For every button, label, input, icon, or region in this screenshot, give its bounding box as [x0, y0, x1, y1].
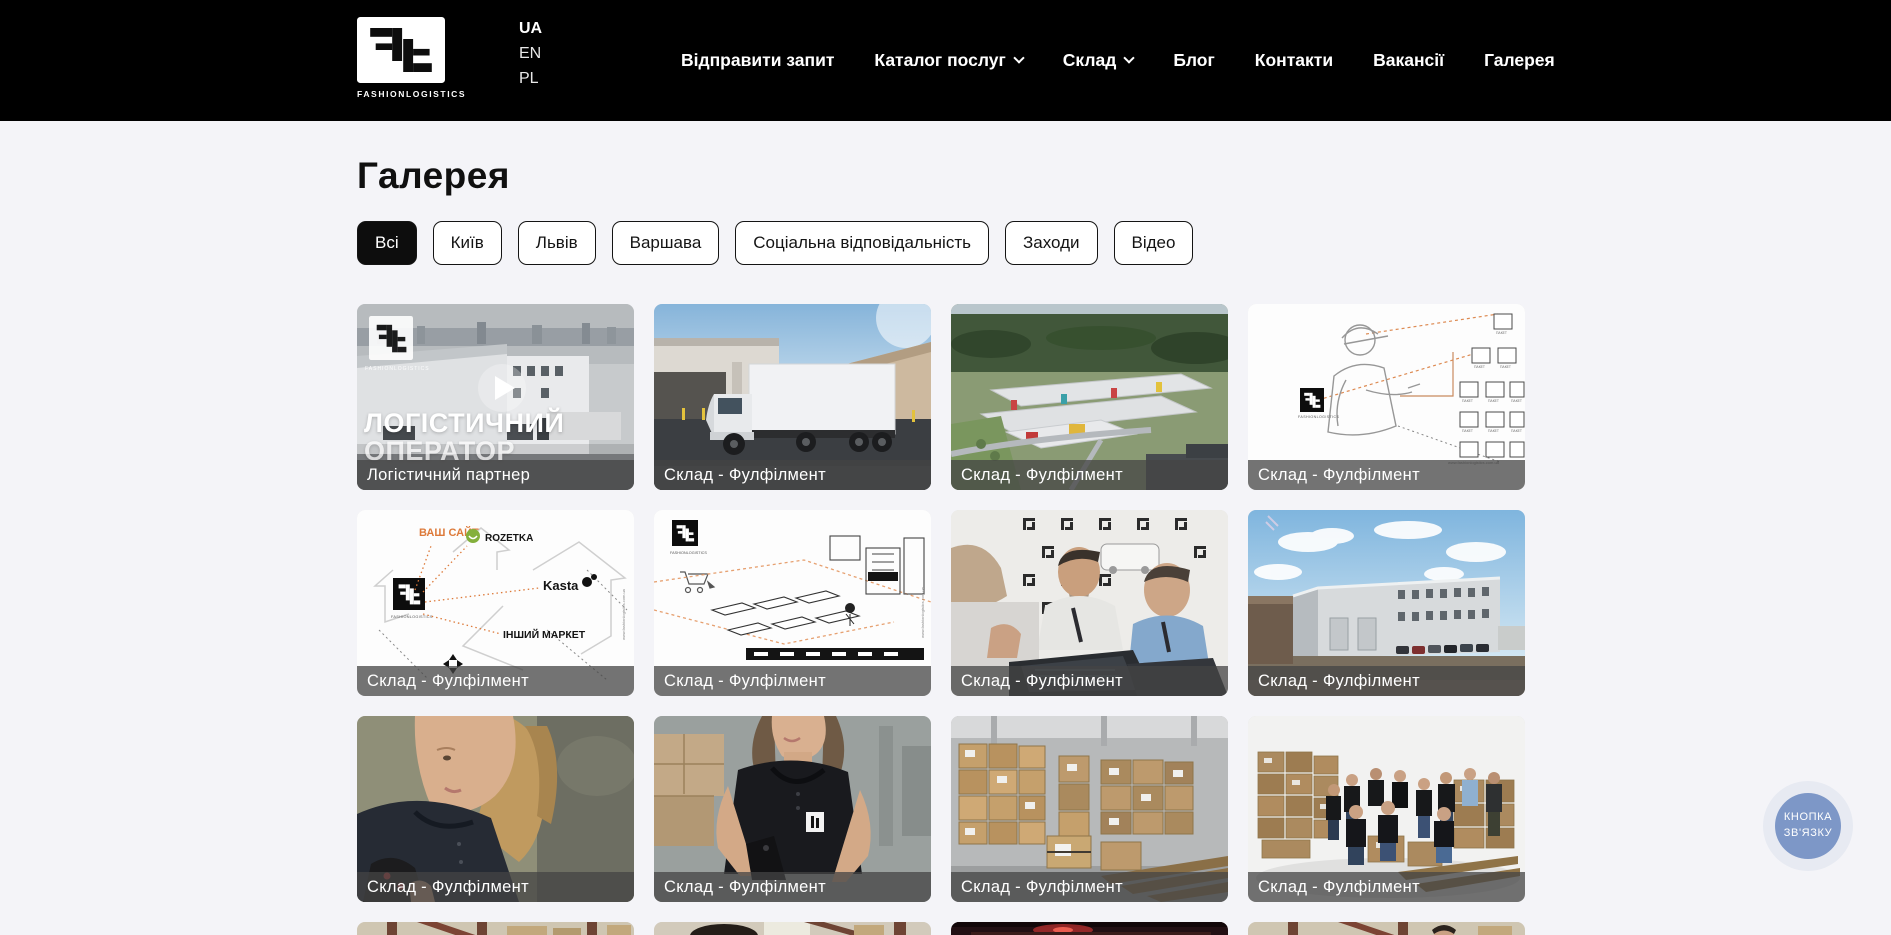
gallery-tile-truck[interactable]: Склад - Фулфілмент: [654, 304, 931, 490]
gallery-tile-building[interactable]: Склад - Фулфілмент: [1248, 510, 1525, 696]
svg-text:ПАКЕТ: ПАКЕТ: [1462, 399, 1473, 403]
tile-caption: Склад - Фулфілмент: [357, 872, 634, 902]
filter-kyiv[interactable]: Київ: [433, 221, 502, 265]
svg-text:FASHIONLOGISTICS: FASHIONLOGISTICS: [365, 366, 430, 372]
gallery-tile-cropped[interactable]: [357, 922, 634, 935]
gallery-tile-cropped[interactable]: [1248, 922, 1525, 935]
tile-caption: Склад - Фулфілмент: [654, 460, 931, 490]
tile-caption: Логістичний партнер: [357, 460, 634, 490]
svg-text:ПАКЕТ: ПАКЕТ: [1496, 331, 1507, 335]
tile-caption: Склад - Фулфілмент: [951, 666, 1228, 696]
gallery-tile-cropped[interactable]: [951, 922, 1228, 935]
fl-monogram-icon: [357, 17, 445, 83]
site-header: FASHIONLOGISTICS UA EN PL Відправити зап…: [0, 0, 1891, 121]
gallery-grid: FASHIONLOGISTICS ЛОГІСТИЧНИЙ ОПЕРАТОР Ло…: [357, 304, 1528, 935]
lang-en[interactable]: EN: [519, 45, 542, 63]
nav-warehouse[interactable]: Склад: [1063, 50, 1134, 71]
rack-photo-cropped: [357, 922, 634, 935]
lang-pl[interactable]: PL: [519, 70, 542, 88]
filter-video[interactable]: Відео: [1114, 221, 1194, 265]
brand-name: FASHIONLOGISTICS: [357, 89, 449, 99]
svg-text:www.fashionlogistics.com.ua: www.fashionlogistics.com.ua: [920, 586, 925, 638]
filter-events[interactable]: Заходи: [1005, 221, 1098, 265]
tile-caption: Склад - Фулфілмент: [357, 666, 634, 696]
gallery-tile-worker-polo[interactable]: Склад - Фулфілмент: [654, 716, 931, 902]
chevron-down-icon: [1013, 52, 1024, 63]
main-nav: Відправити запит Каталог послуг Склад Бл…: [681, 0, 1555, 121]
gallery-tile-video[interactable]: FASHIONLOGISTICS ЛОГІСТИЧНИЙ ОПЕРАТОР Ло…: [357, 304, 634, 490]
gallery-tile-worker-closeup[interactable]: Склад - Фулфілмент: [357, 716, 634, 902]
nav-blog[interactable]: Блог: [1173, 50, 1214, 71]
tile-caption: Склад - Фулфілмент: [654, 872, 931, 902]
gallery-tile-warehouse-schematic[interactable]: FASHIONLOGISTICS: [654, 510, 931, 696]
filter-all[interactable]: Всі: [357, 221, 417, 265]
nav-service-catalog[interactable]: Каталог послуг: [874, 50, 1022, 71]
svg-text:ПАКЕТ: ПАКЕТ: [1511, 429, 1522, 433]
tile-caption: Склад - Фулфілмент: [654, 666, 931, 696]
tile-caption: Склад - Фулфілмент: [1248, 460, 1525, 490]
nav-send-request[interactable]: Відправити запит: [681, 50, 834, 71]
svg-text:ПАКЕТ: ПАКЕТ: [1511, 399, 1522, 403]
gallery-filters: Всі Київ Львів Варшава Соціальна відпові…: [357, 221, 1891, 265]
brand-logo[interactable]: FASHIONLOGISTICS: [357, 17, 449, 99]
gallery-tile-office-meeting[interactable]: Склад - Фулфілмент: [951, 510, 1228, 696]
lang-ua[interactable]: UA: [519, 20, 542, 38]
page-title: Галерея: [357, 155, 1891, 197]
nav-contacts[interactable]: Контакти: [1255, 50, 1333, 71]
language-switcher: UA EN PL: [519, 20, 542, 88]
filter-lviv[interactable]: Львів: [518, 221, 596, 265]
svg-text:ПАКЕТ: ПАКЕТ: [1474, 365, 1485, 369]
contact-button[interactable]: КНОПКА ЗВ'ЯЗКУ: [1775, 793, 1841, 859]
svg-text:ПАКЕТ: ПАКЕТ: [1488, 399, 1499, 403]
video-overlay-title: ЛОГІСТИЧНИЙ ОПЕРАТОР: [364, 409, 564, 466]
rack-photo-cropped: [1248, 922, 1525, 935]
svg-text:FASHIONLOGISTICS: FASHIONLOGISTICS: [670, 551, 707, 555]
tile-caption: Склад - Фулфілмент: [1248, 872, 1525, 902]
chevron-down-icon: [1124, 52, 1135, 63]
gallery-tile-marketplace-diagram[interactable]: FASHIONLOGISTICS ВАШ САЙТ ROZETKA Kasta …: [357, 510, 634, 696]
tile-caption: Склад - Фулфілмент: [1248, 666, 1525, 696]
gallery-page: Галерея Всі Київ Львів Варшава Соціальна…: [0, 155, 1891, 935]
rack-photo-cropped: [654, 922, 931, 935]
filter-social-responsibility[interactable]: Соціальна відповідальність: [735, 221, 989, 265]
svg-text:ROZETKA: ROZETKA: [485, 533, 533, 544]
tile-caption: Склад - Фулфілмент: [951, 460, 1228, 490]
gallery-tile-aerial-park[interactable]: Склад - Фулфілмент: [951, 304, 1228, 490]
tile-caption: Склад - Фулфілмент: [951, 872, 1228, 902]
nav-vacancies[interactable]: Вакансії: [1373, 50, 1444, 71]
svg-text:www.fashionlogistics.com.ua: www.fashionlogistics.com.ua: [621, 588, 626, 640]
svg-text:FASHIONLOGISTICS: FASHIONLOGISTICS: [391, 615, 433, 619]
svg-text:FASHIONLOGISTICS: FASHIONLOGISTICS: [1298, 415, 1340, 419]
svg-text:Kasta: Kasta: [543, 578, 579, 593]
svg-text:ПАКЕТ: ПАКЕТ: [1500, 365, 1511, 369]
gallery-tile-cropped[interactable]: [654, 922, 931, 935]
svg-text:ІНШИЙ МАРКЕТ: ІНШИЙ МАРКЕТ: [503, 628, 586, 641]
svg-text:ПАКЕТ: ПАКЕТ: [1462, 429, 1473, 433]
dark-warehouse-photo-cropped: [951, 922, 1228, 935]
gallery-tile-boxes[interactable]: Склад - Фулфілмент: [951, 716, 1228, 902]
nav-gallery[interactable]: Галерея: [1484, 50, 1555, 71]
svg-text:ПАКЕТ: ПАКЕТ: [1488, 429, 1499, 433]
gallery-tile-team[interactable]: Склад - Фулфілмент: [1248, 716, 1525, 902]
gallery-tile-sketch-worker[interactable]: FASHIONLOGISTICS ПАКЕТ ПАКЕТ ПАКЕТ ПАКЕТ ПА…: [1248, 304, 1525, 490]
filter-warsaw[interactable]: Варшава: [612, 221, 720, 265]
contact-fab-halo: КНОПКА ЗВ'ЯЗКУ: [1763, 781, 1853, 871]
